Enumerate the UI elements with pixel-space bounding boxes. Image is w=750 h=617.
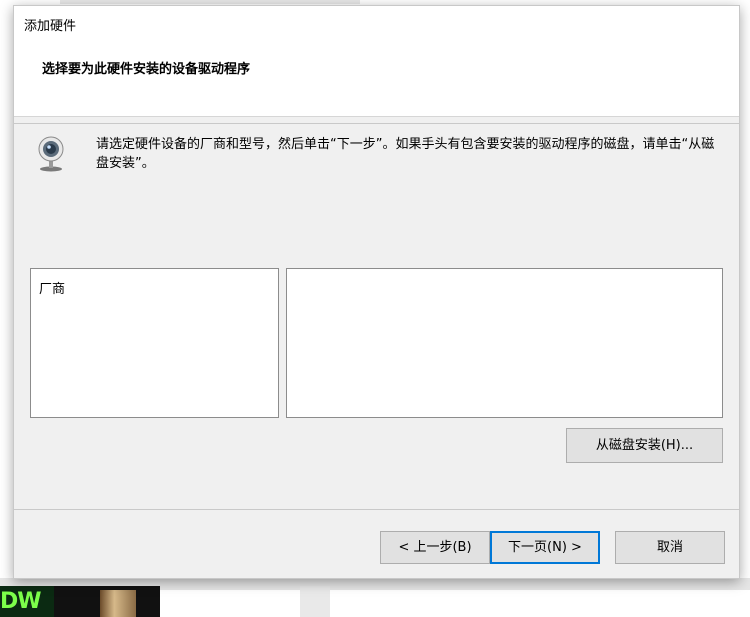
manufacturer-list[interactable]: 厂商 <box>30 268 279 418</box>
background-app-logo: DW <box>0 586 54 617</box>
add-hardware-dialog: 添加硬件 选择要为此硬件安装的设备驱动程序 请选定硬件设备的厂商和型号，然后单击… <box>13 5 740 579</box>
background-photo <box>100 590 136 617</box>
cancel-button[interactable]: 取消 <box>615 531 725 564</box>
model-list[interactable] <box>286 268 723 418</box>
background-panel <box>300 586 330 617</box>
header-separator <box>14 123 739 124</box>
instruction-text: 请选定硬件设备的厂商和型号，然后单击“下一步”。如果手头有包含要安装的驱动程序的… <box>96 137 715 171</box>
have-disk-button[interactable]: 从磁盘安装(H)... <box>566 428 723 463</box>
dialog-title: 添加硬件 <box>24 19 77 34</box>
footer-separator <box>14 509 739 510</box>
back-button[interactable]: < 上一步(B) <box>380 531 490 564</box>
dialog-subtitle: 选择要为此硬件安装的设备驱动程序 <box>42 62 251 77</box>
manufacturer-header: 厂商 <box>39 282 66 297</box>
webcam-icon <box>38 136 64 172</box>
dialog-header: 添加硬件 选择要为此硬件安装的设备驱动程序 <box>14 6 739 117</box>
background-window-strip <box>60 0 360 4</box>
next-button[interactable]: 下一页(N) > <box>490 531 600 564</box>
